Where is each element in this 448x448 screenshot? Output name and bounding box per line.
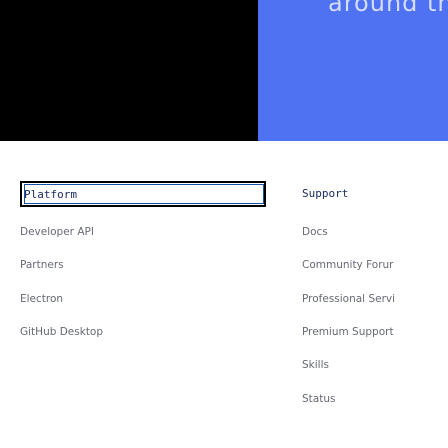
platform-heading[interactable]: Platform [24, 188, 77, 201]
link-premium-support[interactable]: Premium Support [302, 326, 394, 338]
link-professional-services[interactable]: Professional Servi [302, 293, 395, 305]
link-docs[interactable]: Docs [302, 226, 328, 238]
link-partners[interactable]: Partners [20, 259, 64, 271]
hero-dark-panel [0, 0, 258, 141]
link-status[interactable]: Status [302, 393, 335, 405]
page: around the com Platform Support Develope… [0, 0, 448, 448]
link-github-desktop[interactable]: GitHub Desktop [20, 326, 103, 338]
link-electron[interactable]: Electron [20, 293, 63, 305]
link-developer-api[interactable]: Developer API [20, 226, 94, 238]
link-community-forum[interactable]: Community Forur [302, 259, 394, 271]
hero-blue-panel [258, 0, 448, 141]
support-heading[interactable]: Support [302, 187, 348, 200]
link-skills[interactable]: Skills [302, 359, 329, 371]
hero-heading: around the com [328, 0, 448, 17]
